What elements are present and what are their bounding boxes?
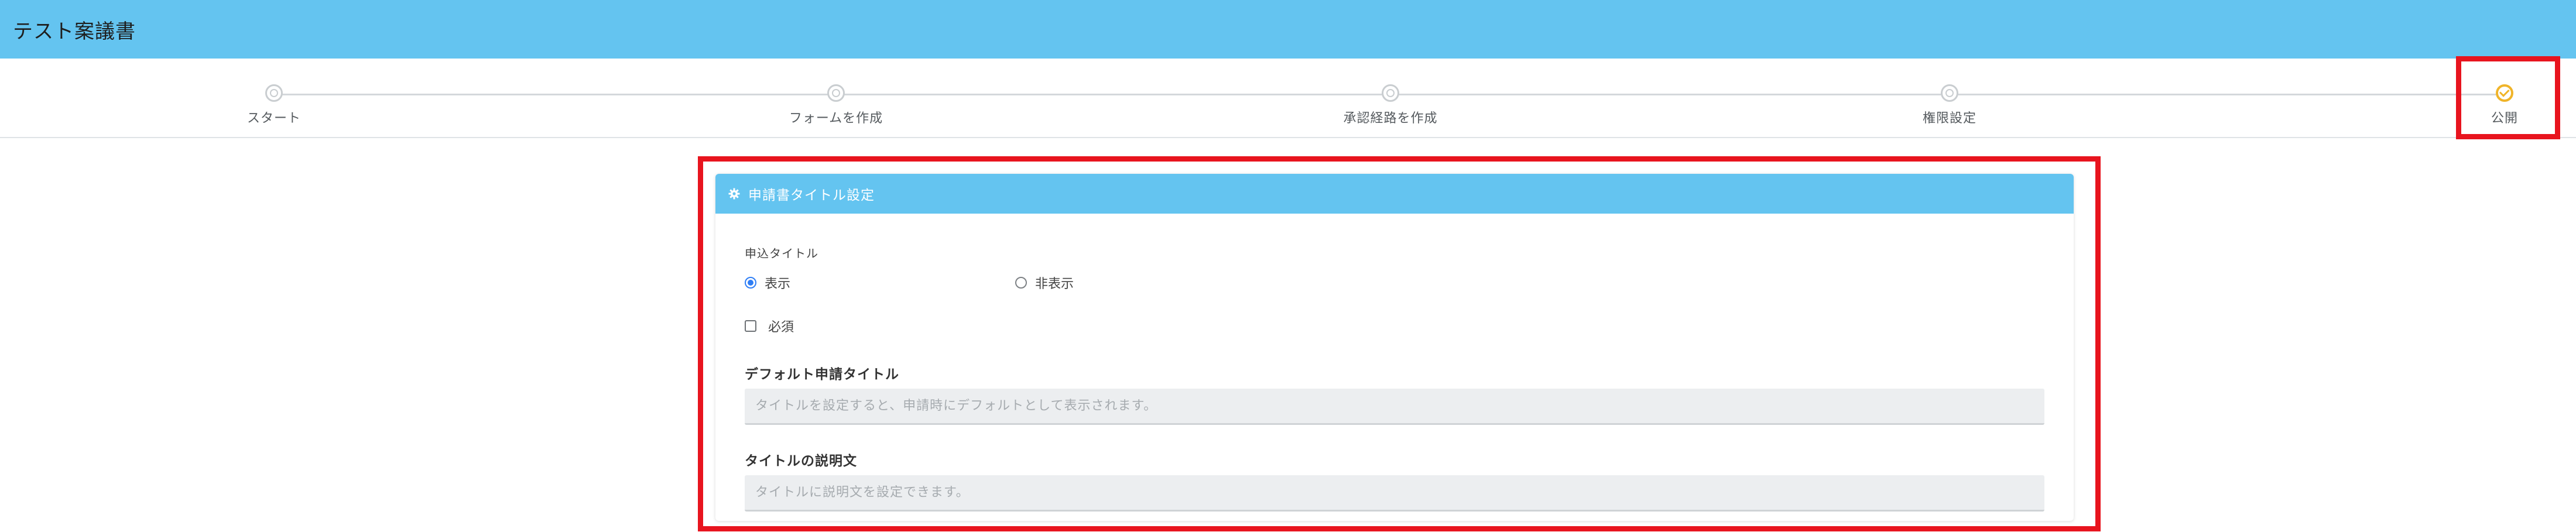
- step-create-approval-route[interactable]: 承認経路を作成: [1303, 84, 1478, 126]
- app-header: テスト案議書: [0, 0, 2576, 59]
- step-label: フォームを作成: [789, 111, 883, 126]
- step-status-icon: [265, 84, 283, 102]
- highlight-publish-step: [2456, 56, 2560, 139]
- step-label: 承認経路を作成: [1343, 111, 1438, 126]
- step-label: スタート: [246, 111, 301, 126]
- step-permission-settings[interactable]: 権限設定: [1862, 84, 2037, 126]
- step-status-icon: [1941, 84, 1958, 102]
- step-start[interactable]: スタート: [186, 84, 362, 126]
- app-title: テスト案議書: [13, 19, 136, 43]
- step-create-form[interactable]: フォームを作成: [748, 84, 924, 126]
- step-status-icon: [1382, 84, 1399, 102]
- step-status-icon: [827, 84, 845, 102]
- step-label: 権限設定: [1922, 111, 1976, 126]
- highlight-title-settings-card: [698, 156, 2101, 531]
- progress-stepper: スタート フォームを作成 承認経路を作成 権限設定 公開: [0, 59, 2576, 138]
